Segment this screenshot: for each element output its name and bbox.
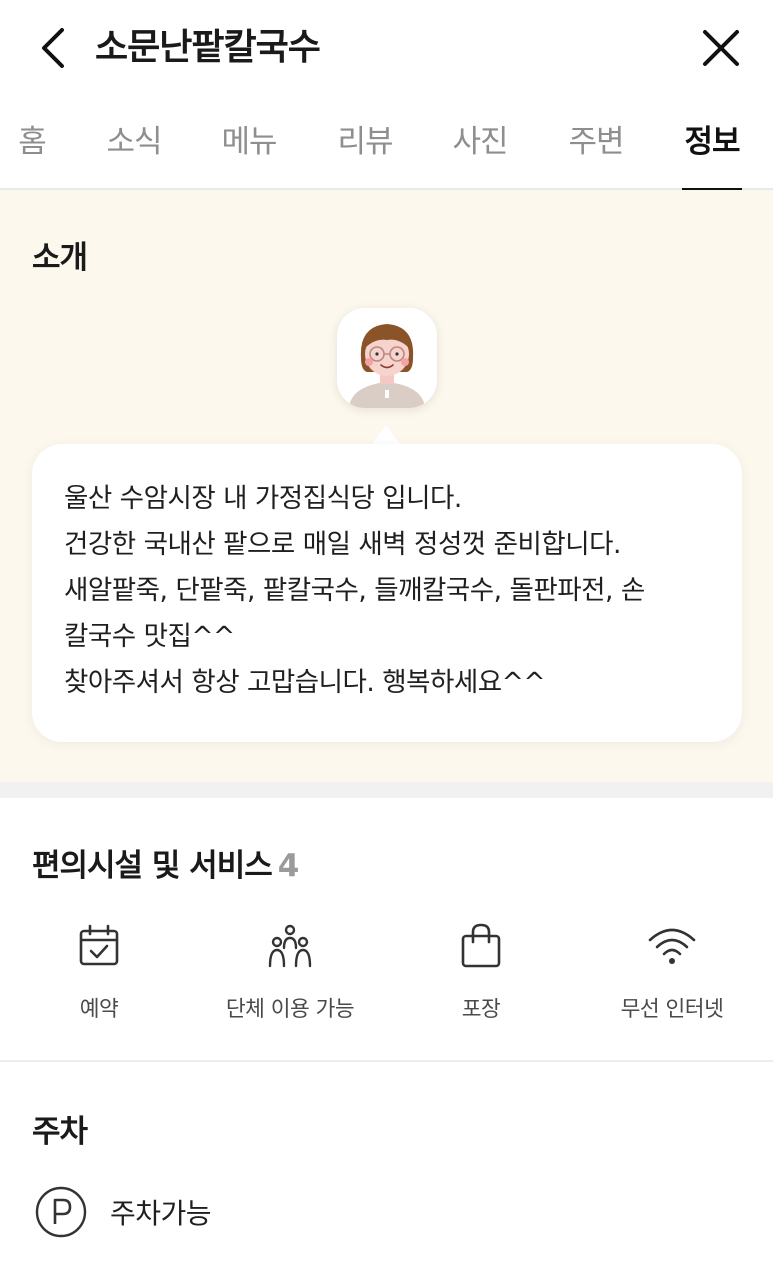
facility-takeout[interactable]: 포장 — [386, 922, 576, 1023]
tab-bar: 홈 소식 메뉴 리뷰 사진 주변 정보 — [0, 110, 773, 192]
facility-label: 단체 이용 가능 — [225, 997, 355, 1022]
facility-reservation[interactable]: 예약 — [4, 922, 194, 1023]
facility-group[interactable]: 단체 이용 가능 — [195, 922, 385, 1023]
back-button[interactable] — [32, 26, 76, 70]
tab-photos[interactable]: 사진 — [450, 122, 510, 190]
parking-section: 주차 주차가능 — [0, 1064, 773, 1275]
parking-label: 주차가능 — [110, 1197, 212, 1230]
group-icon — [268, 924, 312, 968]
intro-line: 찾아주셔서 항상 고맙습니다. 행복하세요^^ — [64, 667, 546, 698]
tab-nearby[interactable]: 주변 — [566, 122, 626, 190]
app-header: 소문난팥칼국수 — [0, 0, 773, 100]
intro-section: 소개 울산 수암시장 내 가정집식당 입니다. 건강한 국내산 팥으로 매일 새… — [0, 190, 773, 782]
facility-label: 포장 — [461, 997, 501, 1022]
facilities-title-text: 편의시설 및 서비스 — [32, 848, 273, 884]
intro-line: 새알팥죽, 단팥죽, 팥칼국수, 들깨칼국수, 돌판파전, 손 — [64, 575, 645, 606]
parking-row: 주차가능 — [34, 1184, 212, 1240]
intro-line: 건강한 국내산 팥으로 매일 새벽 정성껏 준비합니다. — [64, 529, 621, 560]
parking-title: 주차 — [32, 1114, 88, 1150]
facilities-count: 4 — [277, 848, 300, 884]
tab-home[interactable]: 홈 — [16, 122, 48, 190]
intro-title: 소개 — [32, 240, 88, 276]
bubble-tail — [372, 426, 400, 444]
intro-bubble: 울산 수암시장 내 가정집식당 입니다. 건강한 국내산 팥으로 매일 새벽 정… — [32, 444, 742, 742]
owner-avatar-icon — [337, 308, 437, 408]
tab-news[interactable]: 소식 — [104, 122, 164, 190]
tab-info[interactable]: 정보 — [682, 122, 742, 192]
facility-label: 무선 인터넷 — [620, 997, 724, 1022]
facilities-section: 편의시설 및 서비스 4 예약 단체 이용 가능 포장 무선 인터넷 — [0, 798, 773, 1062]
tab-reviews[interactable]: 리뷰 — [335, 122, 395, 190]
facility-wifi[interactable]: 무선 인터넷 — [577, 922, 767, 1023]
shopping-bag-icon — [461, 923, 501, 968]
page-title: 소문난팥칼국수 — [95, 27, 321, 68]
tab-menu[interactable]: 메뉴 — [219, 122, 279, 190]
intro-line: 칼국수 맛집^^ — [64, 621, 235, 652]
facilities-title: 편의시설 및 서비스 4 — [32, 840, 300, 885]
parking-icon — [35, 1186, 87, 1238]
wifi-icon — [648, 928, 696, 964]
close-button[interactable] — [699, 26, 743, 70]
calendar-check-icon — [79, 924, 119, 966]
intro-line: 울산 수암시장 내 가정집식당 입니다. — [64, 483, 462, 514]
close-icon — [703, 30, 739, 66]
facility-label: 예약 — [79, 997, 119, 1022]
avatar — [337, 308, 437, 408]
section-divider — [0, 782, 773, 798]
chevron-left-icon — [42, 28, 64, 68]
